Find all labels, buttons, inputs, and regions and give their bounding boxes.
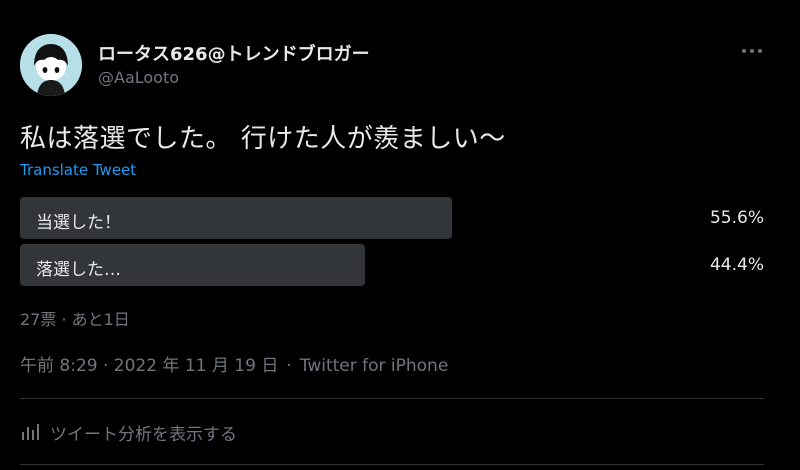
timestamp-separator: · <box>286 356 292 376</box>
poll-option-label: 落選した… <box>36 260 121 280</box>
divider <box>20 398 764 399</box>
tweet: ロータス626@トレンドブロガー @AaLooto 私は落選でした。 行けた人が… <box>20 0 764 470</box>
author-display-name[interactable]: ロータス626@トレンドブロガー <box>98 40 370 66</box>
view-analytics-label: ツイート分析を表示する <box>50 425 237 445</box>
bar-chart-icon <box>22 424 39 440</box>
avatar-character-icon <box>20 34 82 96</box>
poll-option-label: 当選した！ <box>36 213 121 233</box>
author-handle[interactable]: @AaLooto <box>98 68 179 87</box>
avatar[interactable] <box>20 34 82 96</box>
poll-option-percent: 55.6% <box>709 208 764 228</box>
tweet-source: Twitter for iPhone <box>299 356 449 376</box>
translate-tweet-link[interactable]: Translate Tweet <box>20 161 136 179</box>
more-dots-icon <box>742 49 762 53</box>
poll-option: 落選した… 44.4% <box>20 244 764 286</box>
timestamp-row: 午前 8:29 · 2022 年 11 月 19 日 · Twitter for i… <box>20 351 448 376</box>
tweet-text: 私は落選でした。 行けた人が羨ましい〜 <box>20 124 506 154</box>
divider <box>20 464 764 465</box>
poll-option-percent: 44.4% <box>709 255 764 275</box>
more-button[interactable] <box>738 40 766 62</box>
poll-option: 当選した！ 55.6% <box>20 197 764 239</box>
poll-meta: 27票 · あと1日 <box>20 310 130 329</box>
tweet-timestamp[interactable]: 午前 8:29 · 2022 年 11 月 19 日 <box>20 356 278 376</box>
